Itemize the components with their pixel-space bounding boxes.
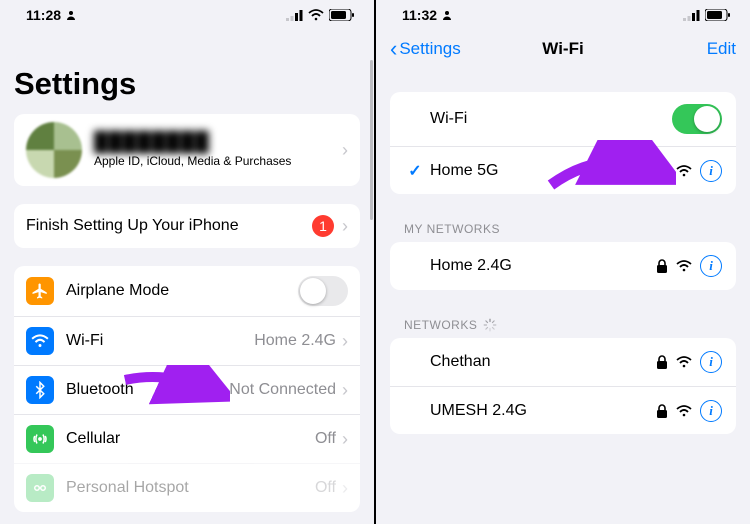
- network-name: Chethan: [430, 353, 656, 371]
- status-time: 11:32: [402, 7, 437, 23]
- hotspot-row[interactable]: Personal Hotspot Off ›: [14, 463, 360, 512]
- row-label: Wi-Fi: [66, 332, 254, 350]
- nav-bar: ‹ Settings Wi-Fi Edit: [376, 26, 750, 68]
- profile-name: ████████: [94, 132, 342, 154]
- wifi-toggle-row: Wi-Fi: [390, 92, 736, 146]
- airplane-toggle[interactable]: [298, 276, 348, 306]
- status-bar: 11:28: [0, 0, 374, 26]
- wifi-toggle[interactable]: [672, 104, 722, 134]
- bluetooth-icon: [26, 376, 54, 404]
- row-label: Bluetooth: [66, 381, 229, 399]
- row-detail: Not Connected: [229, 381, 336, 399]
- wifi-icon: [308, 9, 324, 21]
- other-networks-card: Chethan i UMESH 2.4G i: [390, 338, 736, 434]
- networks-header-label: NETWORKS: [404, 318, 477, 332]
- finish-setup-label: Finish Setting Up Your iPhone: [26, 217, 312, 235]
- connected-network-row[interactable]: ✓ Home 5G i: [390, 146, 736, 194]
- scroll-indicator: [370, 60, 373, 220]
- wifi-toggle-label: Wi-Fi: [430, 110, 672, 128]
- my-networks-header: MY NETWORKS: [376, 212, 750, 242]
- info-button[interactable]: i: [700, 255, 722, 277]
- row-label: Airplane Mode: [66, 282, 298, 300]
- network-name: Home 5G: [430, 162, 656, 180]
- network-row[interactable]: UMESH 2.4G i: [390, 386, 736, 434]
- person-icon: [441, 9, 453, 21]
- info-button[interactable]: i: [700, 400, 722, 422]
- lock-icon: [656, 259, 668, 273]
- cellular-icon: [683, 10, 700, 21]
- back-button[interactable]: ‹ Settings: [390, 36, 461, 62]
- cellular-settings-icon: [26, 425, 54, 453]
- row-detail: Off: [315, 430, 336, 448]
- wifi-screen: 11:32 ‹ Settings Wi-Fi Edit Wi-Fi ✓ Home…: [376, 0, 750, 524]
- wifi-row[interactable]: Wi-Fi Home 2.4G ›: [14, 316, 360, 365]
- spinner-icon: [483, 318, 497, 332]
- chevron-right-icon: ›: [342, 216, 348, 237]
- row-label: Cellular: [66, 430, 315, 448]
- wifi-strength-icon: [676, 165, 692, 177]
- network-name: UMESH 2.4G: [430, 402, 656, 420]
- profile-card[interactable]: ████████ Apple ID, iCloud, Media & Purch…: [14, 114, 360, 186]
- lock-icon: [656, 164, 668, 178]
- lock-icon: [656, 355, 668, 369]
- wifi-strength-icon: [676, 405, 692, 417]
- battery-icon: [329, 9, 354, 21]
- cellular-icon: [286, 10, 303, 21]
- cellular-row[interactable]: Cellular Off ›: [14, 414, 360, 463]
- bluetooth-row[interactable]: Bluetooth Not Connected ›: [14, 365, 360, 414]
- row-detail: Off: [315, 479, 336, 497]
- chevron-right-icon: ›: [342, 429, 348, 450]
- wifi-strength-icon: [676, 356, 692, 368]
- battery-icon: [705, 9, 730, 21]
- airplane-mode-row[interactable]: Airplane Mode: [14, 266, 360, 316]
- wifi-main-card: Wi-Fi ✓ Home 5G i: [390, 92, 736, 194]
- wifi-strength-icon: [676, 260, 692, 272]
- network-name: Home 2.4G: [430, 257, 656, 275]
- notification-badge: 1: [312, 215, 334, 237]
- hotspot-icon: [26, 474, 54, 502]
- chevron-right-icon: ›: [342, 478, 348, 499]
- info-button[interactable]: i: [700, 351, 722, 373]
- chevron-right-icon: ›: [342, 331, 348, 352]
- back-label: Settings: [399, 39, 460, 59]
- page-title: Settings: [0, 26, 374, 114]
- network-row[interactable]: Home 2.4G i: [390, 242, 736, 290]
- info-button[interactable]: i: [700, 160, 722, 182]
- status-time: 11:28: [26, 7, 61, 23]
- chevron-right-icon: ›: [342, 140, 348, 161]
- edit-button[interactable]: Edit: [707, 39, 736, 59]
- connectivity-group: Airplane Mode Wi-Fi Home 2.4G › Bluetoot…: [14, 266, 360, 512]
- chevron-left-icon: ‹: [390, 36, 397, 62]
- networks-header: NETWORKS: [376, 308, 750, 338]
- status-bar: 11:32: [376, 0, 750, 26]
- person-icon: [65, 9, 77, 21]
- my-networks-card: Home 2.4G i: [390, 242, 736, 290]
- airplane-icon: [26, 277, 54, 305]
- checkmark-icon: ✓: [404, 161, 426, 181]
- network-row[interactable]: Chethan i: [390, 338, 736, 386]
- finish-setup-card[interactable]: Finish Setting Up Your iPhone 1 ›: [14, 204, 360, 248]
- profile-subtitle: Apple ID, iCloud, Media & Purchases: [94, 154, 342, 168]
- lock-icon: [656, 404, 668, 418]
- avatar: [26, 122, 82, 178]
- settings-screen: 11:28 Settings ████████ Apple ID, iCloud…: [0, 0, 374, 524]
- row-label: Personal Hotspot: [66, 479, 315, 497]
- row-detail: Home 2.4G: [254, 332, 336, 350]
- wifi-settings-icon: [26, 327, 54, 355]
- chevron-right-icon: ›: [342, 380, 348, 401]
